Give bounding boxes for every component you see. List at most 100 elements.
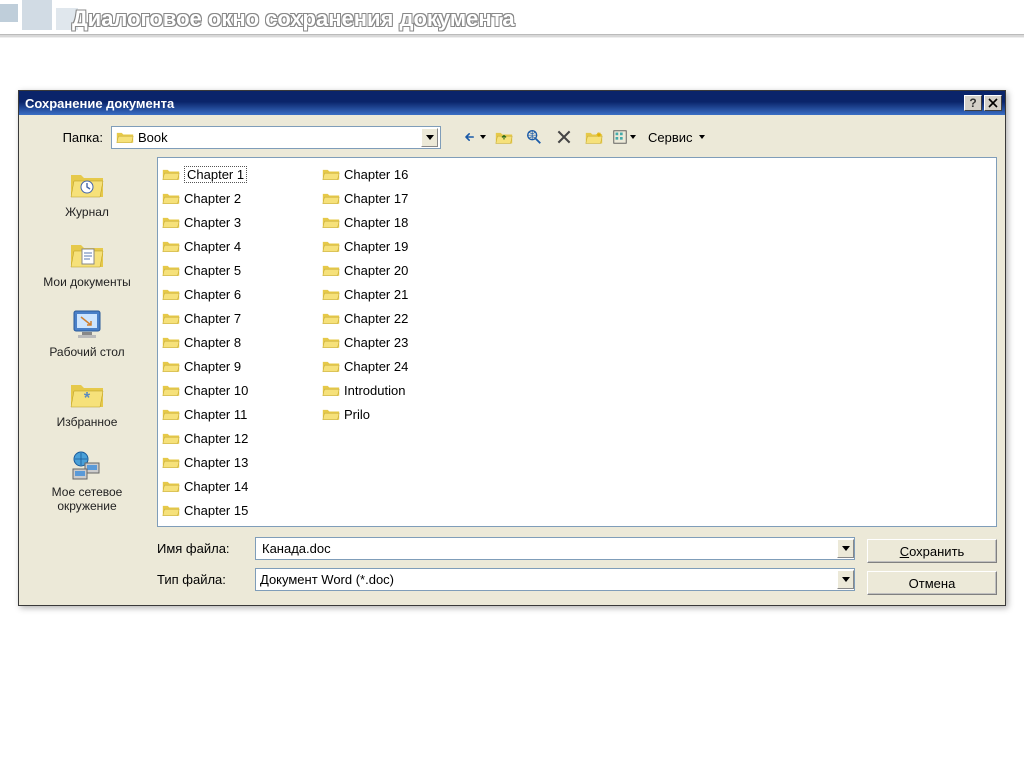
folder-item[interactable]: Chapter 5 bbox=[162, 258, 292, 282]
folder-name: Chapter 11 bbox=[184, 407, 247, 422]
folder-item[interactable]: Chapter 3 bbox=[162, 210, 292, 234]
folder-item[interactable]: Chapter 19 bbox=[322, 234, 452, 258]
save-button-rest: охранить bbox=[909, 544, 964, 559]
filename-row: Имя файла: bbox=[157, 537, 855, 560]
folder-select[interactable]: Book bbox=[111, 126, 441, 149]
folder-item[interactable]: Chapter 14 bbox=[162, 474, 292, 498]
up-button[interactable] bbox=[491, 125, 517, 149]
dropdown-arrow[interactable] bbox=[421, 128, 438, 147]
place-label: Рабочий стол bbox=[49, 345, 124, 359]
folder-icon bbox=[116, 130, 134, 144]
folder-item[interactable]: Chapter 21 bbox=[322, 282, 452, 306]
up-folder-icon bbox=[495, 128, 513, 146]
folder-item[interactable]: Chapter 12 bbox=[162, 426, 292, 450]
filetype-select[interactable]: Документ Word (*.doc) bbox=[255, 568, 855, 591]
folder-item[interactable]: Chapter 1 bbox=[162, 162, 292, 186]
folder-item[interactable]: Chapter 24 bbox=[322, 354, 452, 378]
tools-label: Сервис bbox=[648, 130, 693, 145]
folder-name: Chapter 17 bbox=[344, 191, 408, 206]
views-button[interactable] bbox=[611, 125, 637, 149]
folder-item[interactable]: Chapter 8 bbox=[162, 330, 292, 354]
folder-name: Chapter 14 bbox=[184, 479, 248, 494]
folder-item[interactable]: Chapter 17 bbox=[322, 186, 452, 210]
cancel-button[interactable]: Отмена bbox=[867, 571, 997, 595]
folder-name: Chapter 13 bbox=[184, 455, 248, 470]
filename-field[interactable] bbox=[260, 540, 837, 557]
titlebar[interactable]: Сохранение документа ? bbox=[19, 91, 1005, 115]
folder-name: Chapter 12 bbox=[184, 431, 248, 446]
folder-item[interactable]: Chapter 9 bbox=[162, 354, 292, 378]
slide-header: Диалоговое окно сохранения документа bbox=[0, 0, 1024, 38]
titlebar-text: Сохранение документа bbox=[25, 96, 962, 111]
help-button[interactable]: ? bbox=[964, 95, 982, 111]
folder-name: Chapter 9 bbox=[184, 359, 241, 374]
save-dialog: Сохранение документа ? Папка: Book bbox=[18, 90, 1006, 606]
place-label: Журнал bbox=[65, 205, 109, 219]
folder-item[interactable]: Chapter 7 bbox=[162, 306, 292, 330]
folder-name: Chapter 5 bbox=[184, 263, 241, 278]
save-button[interactable]: Сохранить bbox=[867, 539, 997, 563]
folder-name: Chapter 15 bbox=[184, 503, 248, 518]
folder-item[interactable]: Chapter 4 bbox=[162, 234, 292, 258]
place-history[interactable]: Журнал bbox=[27, 159, 147, 225]
globe-search-icon bbox=[525, 128, 543, 146]
close-button[interactable] bbox=[984, 95, 1002, 111]
mydocs-icon bbox=[67, 235, 107, 271]
folder-name: Chapter 1 bbox=[184, 166, 247, 183]
folder-name: Chapter 21 bbox=[344, 287, 408, 302]
folder-item[interactable]: Chapter 6 bbox=[162, 282, 292, 306]
place-favorites[interactable]: * Избранное bbox=[27, 369, 147, 435]
folder-name: Chapter 16 bbox=[344, 167, 408, 182]
folder-name: Chapter 23 bbox=[344, 335, 408, 350]
folder-item[interactable]: Prilo bbox=[322, 402, 452, 426]
tools-menu[interactable]: Сервис bbox=[641, 125, 712, 149]
folder-item[interactable]: Introdution bbox=[322, 378, 452, 402]
place-desktop[interactable]: Рабочий стол bbox=[27, 299, 147, 365]
folder-item[interactable]: Chapter 11 bbox=[162, 402, 292, 426]
dropdown-arrow[interactable] bbox=[837, 570, 854, 589]
network-icon bbox=[67, 445, 107, 481]
dropdown-arrow[interactable] bbox=[837, 539, 854, 558]
folder-item[interactable]: Chapter 23 bbox=[322, 330, 452, 354]
folder-item[interactable]: Chapter 10 bbox=[162, 378, 292, 402]
search-web-button[interactable] bbox=[521, 125, 547, 149]
folder-item[interactable]: Chapter 2 bbox=[162, 186, 292, 210]
main-area: Журнал Мои документы bbox=[27, 157, 997, 595]
close-icon bbox=[988, 98, 998, 108]
file-list[interactable]: Chapter 1 Chapter 2 Chapter 3 Chapter 4 Chap… bbox=[157, 157, 997, 527]
filetype-row: Тип файла: Документ Word (*.doc) bbox=[157, 568, 855, 591]
place-mydocs[interactable]: Мои документы bbox=[27, 229, 147, 295]
folder-name: Chapter 7 bbox=[184, 311, 241, 326]
folder-item[interactable]: Chapter 16 bbox=[322, 162, 452, 186]
toolbar: Сервис bbox=[461, 125, 712, 149]
folder-name: Chapter 8 bbox=[184, 335, 241, 350]
place-label: Мое сетевое окружение bbox=[29, 485, 145, 513]
folder-name: Chapter 22 bbox=[344, 311, 408, 326]
new-folder-button[interactable] bbox=[581, 125, 607, 149]
folder-name: Prilo bbox=[344, 407, 370, 422]
back-button[interactable] bbox=[461, 125, 487, 149]
folder-item[interactable]: Chapter 22 bbox=[322, 306, 452, 330]
folder-label: Папка: bbox=[33, 130, 103, 145]
folder-item[interactable]: Chapter 20 bbox=[322, 258, 452, 282]
places-bar: Журнал Мои документы bbox=[27, 157, 147, 595]
filename-label: Имя файла: bbox=[157, 541, 247, 556]
place-network[interactable]: Мое сетевое окружение bbox=[27, 439, 147, 519]
views-icon bbox=[612, 128, 628, 146]
folder-name: Chapter 24 bbox=[344, 359, 408, 374]
folder-name: Chapter 19 bbox=[344, 239, 408, 254]
svg-text:*: * bbox=[84, 390, 91, 407]
folder-name: Chapter 6 bbox=[184, 287, 241, 302]
folder-item[interactable]: Chapter 18 bbox=[322, 210, 452, 234]
filetype-value: Документ Word (*.doc) bbox=[260, 572, 837, 587]
folder-item[interactable]: Chapter 13 bbox=[162, 450, 292, 474]
filename-input[interactable] bbox=[255, 537, 855, 560]
filetype-label: Тип файла: bbox=[157, 572, 247, 587]
favorites-icon: * bbox=[67, 375, 107, 411]
folder-item[interactable]: Chapter 15 bbox=[162, 498, 292, 522]
desktop-icon bbox=[67, 305, 107, 341]
folder-name: Chapter 2 bbox=[184, 191, 241, 206]
folder-name: Chapter 4 bbox=[184, 239, 241, 254]
delete-button[interactable] bbox=[551, 125, 577, 149]
slide-decoration bbox=[0, 0, 78, 30]
